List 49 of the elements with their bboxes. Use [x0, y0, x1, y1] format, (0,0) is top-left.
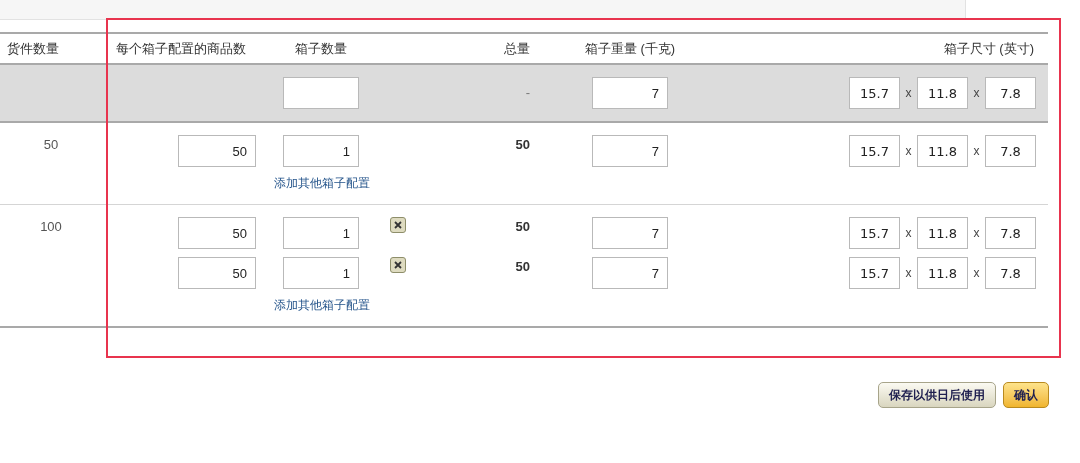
dimension-separator: x: [972, 85, 981, 102]
quantity-value: 100: [40, 218, 62, 236]
input-field[interactable]: 15.7: [849, 257, 900, 289]
input-field[interactable]: 7: [592, 217, 668, 249]
dimension-separator: x: [972, 225, 981, 242]
dimension-separator: x: [904, 143, 913, 160]
input-field[interactable]: 1: [283, 217, 359, 249]
input-field[interactable]: 15.7: [849, 77, 900, 109]
input-field[interactable]: 7: [592, 257, 668, 289]
input-field[interactable]: 7: [592, 135, 668, 167]
total-value: 50: [515, 258, 530, 276]
column-header: 每个箱子配置的商品数: [116, 39, 246, 58]
quantity-value: 50: [43, 136, 59, 154]
column-header: 箱子尺寸 (英寸): [943, 39, 1034, 58]
column-header: 箱子数量: [295, 39, 347, 58]
input-field[interactable]: 15.7: [849, 135, 900, 167]
input-field[interactable]: 1: [283, 135, 359, 167]
remove-icon[interactable]: [390, 257, 406, 273]
total-value: -: [525, 84, 530, 103]
input-field[interactable]: 15.7: [849, 217, 900, 249]
total-value: 50: [515, 136, 530, 154]
add-box-configuration-link[interactable]: 添加其他箱子配置: [274, 174, 370, 192]
dimension-separator: x: [972, 143, 981, 160]
column-header: 箱子重量 (千克): [584, 39, 676, 58]
input-field[interactable]: 11.8: [917, 257, 968, 289]
save-button[interactable]: 保存以供日后使用: [878, 382, 996, 408]
input-field[interactable]: 7.8: [985, 77, 1036, 109]
input-field[interactable]: 11.8: [917, 77, 968, 109]
input-field[interactable]: 1: [283, 257, 359, 289]
confirm-button[interactable]: 确认: [1003, 382, 1049, 408]
input-field[interactable]: 50: [178, 257, 256, 289]
input-field[interactable]: 7.8: [985, 257, 1036, 289]
dimension-separator: x: [972, 265, 981, 282]
input-field[interactable]: 7.8: [985, 217, 1036, 249]
input-field[interactable]: 7.8: [985, 135, 1036, 167]
input-field[interactable]: 50: [178, 135, 256, 167]
column-header: 总量: [504, 39, 530, 58]
column-header: 货件数量: [7, 39, 59, 58]
add-box-configuration-link[interactable]: 添加其他箱子配置: [274, 296, 370, 314]
remove-icon[interactable]: [390, 217, 406, 233]
dimension-separator: x: [904, 265, 913, 282]
dimension-separator: x: [904, 225, 913, 242]
input-field[interactable]: 11.8: [917, 135, 968, 167]
input-field[interactable]: [283, 77, 359, 109]
input-field[interactable]: 11.8: [917, 217, 968, 249]
input-field[interactable]: 7: [592, 77, 668, 109]
dimension-separator: x: [904, 85, 913, 102]
input-field[interactable]: 50: [178, 217, 256, 249]
total-value: 50: [515, 218, 530, 236]
